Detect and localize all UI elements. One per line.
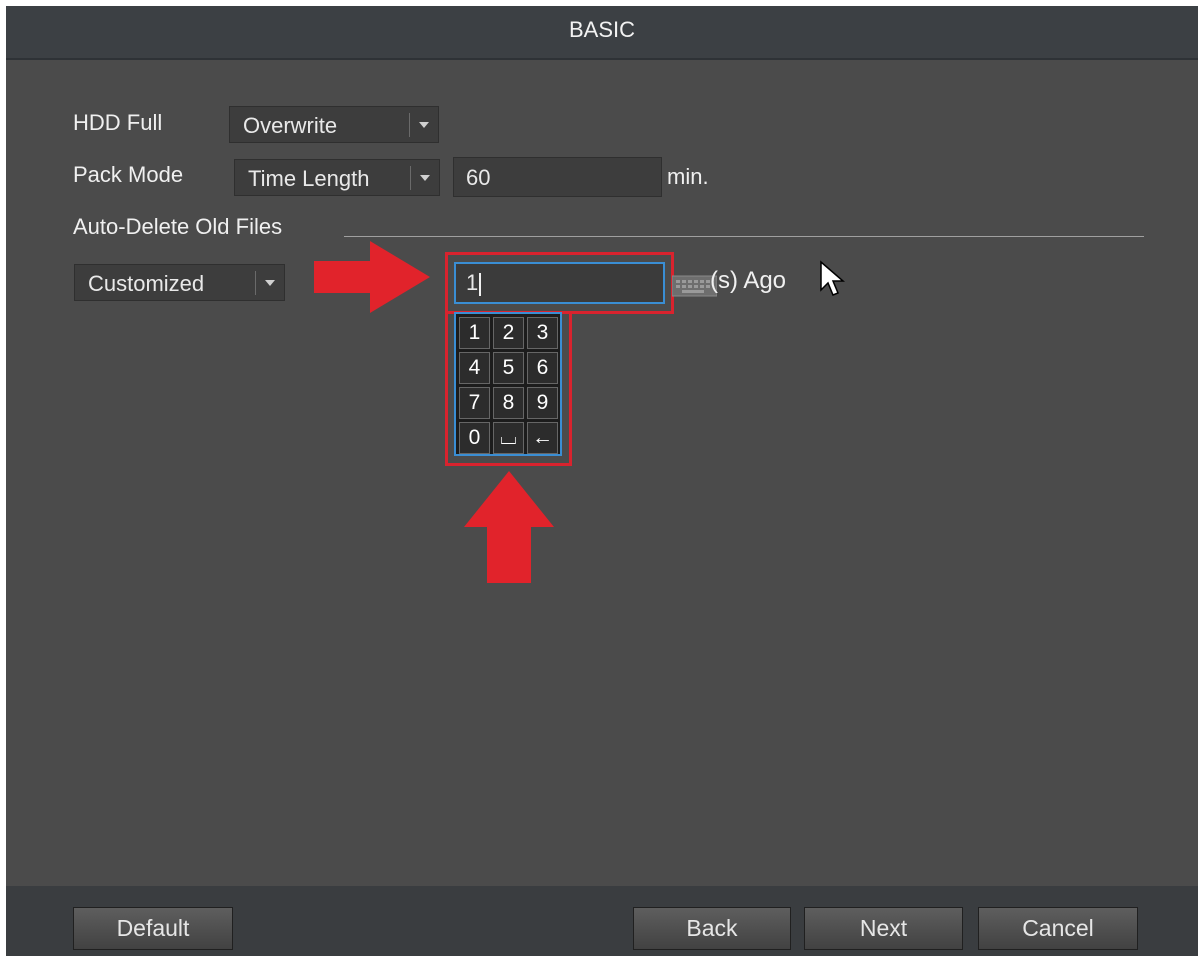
cursor-icon [820,260,846,296]
auto-delete-mode-select[interactable]: Customized [74,264,285,301]
numeric-keypad: 1 2 3 4 5 6 7 8 9 0 ⌴ ← [454,312,562,456]
key-9[interactable]: 9 [527,387,558,419]
key-2[interactable]: 2 [493,317,524,349]
key-space[interactable]: ⌴ [493,422,524,454]
key-4[interactable]: 4 [459,352,490,384]
auto-delete-label: Auto-Delete Old Files [73,214,283,239]
combo-separator [409,113,410,137]
section-divider [344,236,1144,237]
key-1[interactable]: 1 [459,317,490,349]
pack-mode-label: Pack Mode [73,162,184,187]
days-input[interactable]: 1 [454,262,665,304]
default-button[interactable]: Default [73,907,233,950]
days-input-value: 1 [466,270,479,295]
key-7[interactable]: 7 [459,387,490,419]
key-backspace[interactable]: ← [527,422,558,454]
key-5[interactable]: 5 [493,352,524,384]
next-button[interactable]: Next [804,907,963,950]
auto-delete-mode-value: Customized [88,271,205,296]
pack-length-value: 60 [466,165,491,190]
combo-separator [255,271,256,295]
key-6[interactable]: 6 [527,352,558,384]
arrow-up-annotation [464,471,554,583]
dropdown-arrow-icon [420,175,430,181]
basic-dialog: BASIC HDD Full Overwrite Pack Mode Time … [6,6,1198,956]
combo-separator [410,166,411,190]
pack-mode-select[interactable]: Time Length [234,159,440,196]
key-8[interactable]: 8 [493,387,524,419]
text-caret [479,272,482,296]
dialog-title: BASIC [6,6,1198,60]
key-3[interactable]: 3 [527,317,558,349]
dropdown-arrow-icon [265,280,275,286]
pack-mode-value: Time Length [248,166,370,191]
hdd-full-label: HDD Full [73,110,163,135]
hdd-full-value: Overwrite [243,113,338,138]
pack-length-input[interactable]: 60 [453,157,662,197]
key-0[interactable]: 0 [459,422,490,454]
hdd-full-select[interactable]: Overwrite [229,106,439,143]
back-button[interactable]: Back [633,907,791,950]
cancel-button[interactable]: Cancel [978,907,1138,950]
arrow-right-annotation [314,241,430,313]
pack-length-unit: min. [667,164,709,189]
dropdown-arrow-icon [419,122,429,128]
dialog-footer: Default Back Next Cancel [6,886,1198,956]
days-ago-label: (s) Ago [710,267,787,294]
